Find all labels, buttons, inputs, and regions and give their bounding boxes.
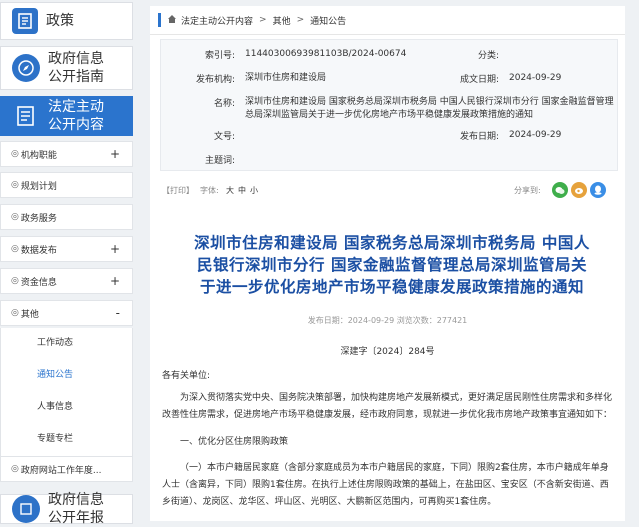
sidebar: 政策 政府信息 公开指南 法定主动 公开内容 ◎ 机构职能 + ◎ 规划计划 ◎ 政务服务 … — [0, 0, 133, 526]
sidebar-tile-active-content[interactable]: 法定主动 公开内容 — [0, 96, 133, 136]
sidebar-item-services[interactable]: ◎ 政务服务 — [0, 204, 133, 230]
article-title: 深圳市住房和建设局 国家税务总局深圳市税务局 中国人 民银行深圳市分行 国家金融… — [194, 234, 590, 296]
name-label: 名称: — [213, 99, 235, 109]
sidebar-submenu: 工作动态 通知公告 人事信息 专题专栏 — [0, 328, 133, 456]
share-buttons — [552, 182, 606, 198]
publish-info: 发布日期：2024-09-29 浏览次数：277421 — [307, 316, 468, 325]
submenu-item-personnel[interactable]: 人事信息 — [37, 399, 73, 412]
breadcrumb-link-home[interactable]: 法定主动公开内容 — [181, 14, 253, 27]
date-value: 2024-09-29 — [509, 73, 562, 83]
index-label: 索引号: — [204, 51, 235, 61]
section-heading: 一、优化分区住房限购政策 — [180, 437, 289, 447]
docno-label: 文号: — [213, 132, 235, 142]
sidebar-item-data[interactable]: ◎ 数据发布 + — [0, 236, 133, 262]
ring-icon: ◎ — [11, 276, 19, 286]
document-number: 深建字〔2024〕284号 — [340, 347, 435, 357]
ring-icon: ◎ — [11, 180, 19, 190]
index-value: 11440300693981103B/2024-00674 — [245, 49, 407, 59]
breadcrumb-link-other[interactable]: 其他 — [273, 14, 291, 27]
main-content: 法定主动公开内容 > 其他 > 通知公告 索引号: 11440300693981… — [150, 6, 625, 521]
org-label: 发布机构: — [195, 75, 235, 85]
name-value: 深圳市住房和建设局 国家税务总局深圳市税务局 中国人民银行深圳市分行 国家金融监… — [245, 97, 614, 120]
sidebar-tile-label: 政策 — [46, 13, 74, 29]
date-label: 成文日期: — [459, 75, 499, 85]
sidebar-item-label: 政府网站工作年度... — [20, 465, 102, 476]
home-icon — [167, 14, 177, 27]
font-size-label: 字体: — [200, 186, 219, 195]
submenu-item-work-news[interactable]: 工作动态 — [37, 335, 73, 348]
font-small-button[interactable]: 小 — [250, 185, 258, 196]
qq-icon[interactable] — [590, 182, 606, 198]
sidebar-item-annual-report-work[interactable]: ◎ 政府网站工作年度... — [0, 456, 133, 482]
breadcrumb-accent-bar — [158, 13, 161, 27]
pubdate-label: 发布日期: — [459, 132, 499, 142]
report-icon — [12, 495, 40, 523]
collapse-icon[interactable]: - — [116, 306, 120, 320]
sidebar-item-planning[interactable]: ◎ 规划计划 — [0, 172, 133, 198]
wechat-icon[interactable] — [552, 182, 568, 198]
share-label: 分享到: — [514, 186, 541, 195]
expand-icon[interactable]: + — [110, 147, 120, 161]
submenu-item-notices[interactable]: 通知公告 — [37, 367, 73, 380]
compass-icon — [12, 54, 40, 82]
print-link[interactable]: 【打印】 — [162, 185, 194, 196]
ring-icon: ◎ — [11, 212, 19, 222]
breadcrumb-separator: > — [259, 15, 267, 25]
font-medium-button[interactable]: 中 — [238, 185, 246, 196]
ring-icon: ◎ — [11, 149, 19, 159]
submenu-item-topics[interactable]: 专题专栏 — [37, 431, 73, 444]
body-paragraph: （一）本市户籍居民家庭（含部分家庭成员为本市户籍居民的家庭，下同）限购2套住房，… — [162, 463, 609, 507]
document-list-icon — [12, 102, 40, 130]
sidebar-item-label: 机构职能 — [20, 150, 57, 161]
sidebar-item-functions[interactable]: ◎ 机构职能 + — [0, 141, 133, 167]
breadcrumb-separator: > — [296, 15, 305, 25]
document-metadata-panel: 索引号: 11440300693981103B/2024-00674 分类: 发… — [160, 39, 618, 171]
sidebar-tile-label: 政府信息 公开指南 — [48, 51, 104, 85]
breadcrumb: 法定主动公开内容 > 其他 > 通知公告 — [150, 6, 625, 35]
topic-label: 主题词: — [204, 156, 235, 166]
sidebar-tile-label: 法定主动 公开内容 — [48, 99, 104, 133]
expand-icon[interactable]: + — [110, 274, 120, 288]
sidebar-item-label: 数据发布 — [20, 245, 57, 256]
document-icon — [12, 8, 38, 34]
category-label: 分类: — [477, 51, 499, 61]
weibo-icon[interactable] — [571, 182, 587, 198]
expand-icon[interactable]: + — [110, 242, 120, 256]
org-value: 深圳市住房和建设局 — [245, 73, 327, 83]
sidebar-item-label: 规划计划 — [20, 181, 57, 192]
sidebar-tile-guide[interactable]: 政府信息 公开指南 — [0, 46, 133, 90]
sidebar-item-label: 其他 — [20, 309, 39, 320]
sidebar-item-label: 资金信息 — [20, 277, 57, 288]
body-paragraph: 为深入贯彻落实党中央、国务院决策部署，加快构建房地产发展新模式，更好满足居民刚性… — [162, 393, 613, 420]
ring-icon: ◎ — [11, 244, 19, 254]
ring-icon: ◎ — [11, 308, 19, 318]
sidebar-tile-annual-report[interactable]: 政府信息 公开年报 — [0, 492, 133, 526]
salutation: 各有关单位: — [162, 371, 211, 381]
pubdate-value: 2024-09-29 — [509, 130, 562, 140]
sidebar-item-other[interactable]: ◎ 其他 - — [0, 300, 133, 326]
sidebar-tile-label: 政府信息 公开年报 — [48, 492, 104, 526]
sidebar-item-funds[interactable]: ◎ 资金信息 + — [0, 268, 133, 294]
sidebar-item-label: 政务服务 — [20, 213, 57, 224]
article-toolbar: 【打印】 字体: 大 中 小 分享到: — [160, 181, 618, 201]
font-large-button[interactable]: 大 — [226, 185, 234, 196]
sidebar-tile-policy[interactable]: 政策 — [0, 2, 133, 40]
ring-icon: ◎ — [11, 464, 19, 474]
breadcrumb-current[interactable]: 通知公告 — [310, 14, 346, 27]
